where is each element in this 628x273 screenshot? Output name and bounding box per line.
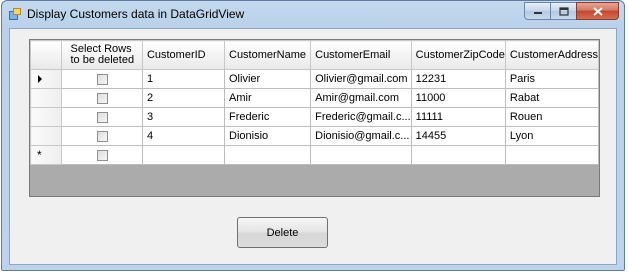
customer-id-cell[interactable]: 4 [141, 126, 226, 146]
customer-address-cell[interactable]: Rabat [504, 88, 600, 108]
select-cell[interactable] [61, 69, 143, 89]
customer-zip-cell[interactable] [410, 145, 506, 165]
customer-zip-cell[interactable]: 14455 [410, 126, 506, 146]
row-checkbox[interactable] [96, 149, 108, 161]
row-header[interactable] [29, 69, 63, 89]
minimize-icon [533, 12, 542, 14]
close-icon [592, 6, 603, 16]
select-cell[interactable] [61, 145, 143, 165]
row-header[interactable] [29, 88, 63, 108]
row-checkbox[interactable] [96, 111, 108, 123]
row-header[interactable]: * [29, 145, 63, 165]
delete-button[interactable]: Delete [237, 217, 328, 248]
column-header-customer-address[interactable]: CustomerAddress [504, 40, 600, 70]
customer-name-cell[interactable]: Dionisio [223, 126, 312, 146]
maximize-button[interactable] [550, 2, 576, 20]
column-header-select[interactable]: Select Rows to be deleted [61, 40, 143, 70]
customer-address-cell[interactable]: Lyon [504, 126, 600, 146]
column-header-customer-name[interactable]: CustomerName [223, 40, 312, 70]
row-header[interactable] [29, 126, 63, 146]
row-header[interactable] [29, 107, 63, 127]
customer-zip-cell[interactable]: 11111 [410, 107, 506, 127]
customer-id-cell[interactable]: 3 [141, 107, 226, 127]
customer-name-cell[interactable]: Frederic [223, 107, 312, 127]
customer-name-cell[interactable]: Olivier [223, 69, 312, 89]
row-checkbox[interactable] [96, 130, 108, 142]
current-row-arrow-icon [38, 75, 42, 83]
customer-id-cell[interactable]: 1 [141, 69, 226, 89]
select-cell[interactable] [61, 107, 143, 127]
customer-id-cell[interactable] [141, 145, 226, 165]
form-client-area: Select Rows to be deleted CustomerID Cus… [9, 28, 617, 265]
customer-email-cell[interactable]: Olivier@gmail.com [310, 69, 412, 89]
customer-name-cell[interactable]: Amir [223, 88, 312, 108]
column-header-customer-email[interactable]: CustomerEmail [310, 40, 412, 70]
customer-email-cell[interactable]: Amir@gmail.com [310, 88, 412, 108]
title-bar[interactable]: Display Customers data in DataGridView [2, 1, 624, 27]
form-icon [9, 8, 21, 20]
minimize-button[interactable] [524, 2, 550, 20]
customer-zip-cell[interactable]: 12231 [410, 69, 506, 89]
caption-buttons [524, 2, 619, 21]
column-header-customer-zipcode[interactable]: CustomerZipCode [410, 40, 506, 70]
window-title: Display Customers data in DataGridView [27, 7, 245, 21]
customer-email-cell[interactable]: Dionisio@gmail.c... [310, 126, 412, 146]
customer-address-cell[interactable]: Rouen [504, 107, 600, 127]
grid-table: Select Rows to be deleted CustomerID Cus… [29, 40, 600, 165]
row-checkbox[interactable] [96, 92, 108, 104]
column-header-customer-id[interactable]: CustomerID [141, 40, 226, 70]
row-checkbox[interactable] [96, 73, 108, 85]
customer-zip-cell[interactable]: 11000 [410, 88, 506, 108]
customer-name-cell[interactable] [223, 145, 312, 165]
table-row[interactable]: 3 Frederic Frederic@gmail.c... 11111 Rou… [29, 107, 600, 127]
customer-address-cell[interactable] [504, 145, 600, 165]
column-header-row: Select Rows to be deleted CustomerID Cus… [29, 40, 600, 70]
table-row[interactable]: 4 Dionisio Dionisio@gmail.c... 14455 Lyo… [29, 126, 600, 146]
new-row[interactable]: * [29, 145, 600, 165]
customer-address-cell[interactable]: Paris [504, 69, 600, 89]
close-button[interactable] [576, 2, 619, 20]
new-row-star-icon: * [37, 148, 42, 162]
table-row[interactable]: 1 Olivier Olivier@gmail.com 12231 Paris [29, 69, 600, 89]
select-cell[interactable] [61, 126, 143, 146]
customer-id-cell[interactable]: 2 [141, 88, 226, 108]
table-row[interactable]: 2 Amir Amir@gmail.com 11000 Rabat [29, 88, 600, 108]
maximize-icon [558, 6, 569, 16]
select-cell[interactable] [61, 88, 143, 108]
main-window: Display Customers data in DataGridView S… [1, 0, 625, 271]
top-left-header-cell[interactable] [29, 40, 63, 70]
customers-data-grid[interactable]: Select Rows to be deleted CustomerID Cus… [29, 39, 600, 197]
customer-email-cell[interactable] [310, 145, 412, 165]
customer-email-cell[interactable]: Frederic@gmail.c... [310, 107, 412, 127]
